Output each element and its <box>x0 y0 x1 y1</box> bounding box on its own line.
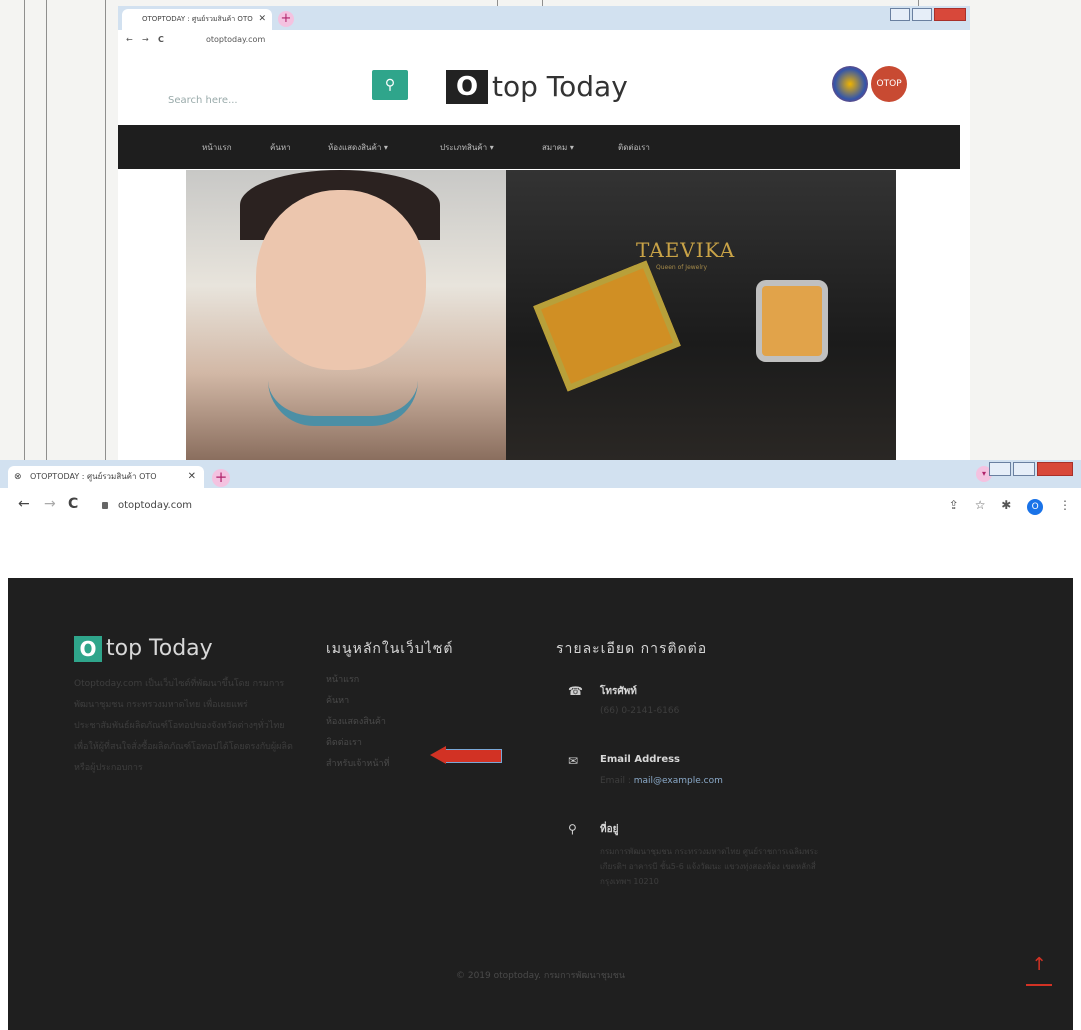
nav-item-home[interactable]: หน้าแรก <box>202 141 232 154</box>
ring-gem-1 <box>533 260 681 392</box>
site-footer: Otop Today Otoptoday.com เป็นเว็บไซต์ที่… <box>8 578 1073 1030</box>
search-input[interactable]: Search here... <box>160 86 368 116</box>
new-tab-button[interactable]: + <box>278 11 294 27</box>
footer-logo-letter: O <box>74 636 102 662</box>
toolbar-icons: ⇪ ☆ ✱ O ⋮ <box>937 498 1071 515</box>
tab-title: OTOPTODAY : ศูนย์รวมสินค้า OTO <box>30 472 157 481</box>
window-controls <box>987 462 1073 481</box>
phone-icon: ☎ <box>568 684 583 698</box>
url-text[interactable]: otoptoday.com <box>206 30 265 50</box>
hero-jewelry-image: TAEVIKA Queen of Jewelry <box>506 170 896 460</box>
hero-brand-sub: Queen of Jewelry <box>656 264 708 271</box>
minimize-button[interactable] <box>890 8 910 21</box>
address-bar: ← → C otoptoday.com ⇪ ☆ ✱ O ⋮ <box>0 488 1081 528</box>
browser-tab[interactable]: OTOPTODAY : ศูนย์รวมสินค้า OTO ✕ <box>122 9 272 30</box>
url-text[interactable]: otoptoday.com <box>118 500 192 511</box>
face-shape <box>256 190 426 370</box>
address-bar: ← → C otoptoday.com <box>118 30 970 50</box>
nav-item-category[interactable]: ประเภทสินค้า ▾ <box>440 141 494 154</box>
email-value[interactable]: mail@example.com <box>634 776 723 786</box>
contact-email: ✉ Email Address Email : mail@example.com <box>568 754 868 794</box>
otop-badge: OTOP <box>871 66 908 102</box>
star-icon[interactable]: ☆ <box>975 498 986 512</box>
extension-icon[interactable]: ✱ <box>1001 498 1011 512</box>
search-icon: ⚲ <box>384 77 396 93</box>
nav-item-association[interactable]: สมาคม ▾ <box>542 141 574 154</box>
lock-icon <box>102 502 108 509</box>
email-line: Email : mail@example.com <box>600 776 723 786</box>
government-seal-icon <box>832 66 868 102</box>
top-browser-window: OTOPTODAY : ศูนย์รวมสินค้า OTO ✕ + ← → C… <box>118 0 970 460</box>
site-content: Otop Today Otoptoday.com เป็นเว็บไซต์ที่… <box>0 528 1081 1030</box>
reload-icon[interactable]: C <box>68 496 78 512</box>
red-arrow-annotation <box>430 746 502 764</box>
new-tab-button[interactable]: + <box>212 469 230 487</box>
phone-label: โทรศัพท์ <box>600 686 637 697</box>
menu-column-title: เมนูหลักในเว็บไซต์ <box>326 641 454 657</box>
footer-description: Otoptoday.com เป็นเว็บไซต์ที่พัฒนาขึ้นโด… <box>74 679 293 773</box>
nav-item-contact[interactable]: ติดต่อเรา <box>618 141 650 154</box>
footer-link-showroom[interactable]: ห้องแสดงสินค้า <box>326 712 506 733</box>
email-icon: ✉ <box>568 754 579 768</box>
minimize-button[interactable] <box>989 462 1011 476</box>
maximize-button[interactable] <box>1013 462 1035 476</box>
main-nav: หน้าแรก ค้นหา ห้องแสดงสินค้า ▾ ประเภทสิน… <box>118 125 960 169</box>
arrow-shaft <box>444 749 502 763</box>
menu-icon[interactable]: ⋮ <box>1059 498 1071 512</box>
address-value: กรมการพัฒนาชุมชน กระทรวงมหาดไทย ศูนย์ราช… <box>600 847 819 886</box>
close-icon[interactable]: ✕ <box>258 9 266 30</box>
share-icon[interactable]: ⇪ <box>949 498 959 512</box>
email-prefix: Email : <box>600 776 631 786</box>
reload-icon[interactable]: C <box>158 30 164 50</box>
site-logo[interactable]: Otop Today <box>446 70 628 110</box>
forward-icon[interactable]: → <box>142 30 149 50</box>
nav-item-showroom[interactable]: ห้องแสดงสินค้า ▾ <box>328 141 388 154</box>
close-icon[interactable]: ✕ <box>188 466 196 488</box>
arrow-head <box>430 746 446 764</box>
maximize-button[interactable] <box>912 8 932 21</box>
footer-link-search[interactable]: ค้นหา <box>326 691 506 712</box>
footer-link-home[interactable]: หน้าแรก <box>326 670 506 691</box>
back-to-top-button[interactable]: ↑ <box>1026 954 1052 986</box>
site-content: Search here... ⚲ Otop Today OTOP หน้าแรก… <box>118 50 970 460</box>
footer-logo[interactable]: Otop Today <box>74 636 213 662</box>
close-window-button[interactable] <box>934 8 966 21</box>
contact-column-title: รายละเอียด การติดต่อ <box>556 641 708 657</box>
hero-model-image <box>186 170 506 460</box>
tab-title: OTOPTODAY : ศูนย์รวมสินค้า OTO <box>142 15 253 23</box>
profile-avatar[interactable]: O <box>1027 499 1044 515</box>
address-label: ที่อยู่ <box>600 824 619 835</box>
partner-badges: OTOP <box>832 66 908 102</box>
search-button[interactable]: ⚲ <box>372 70 408 100</box>
email-label: Email Address <box>600 754 681 765</box>
back-icon[interactable]: ← <box>18 496 30 512</box>
necklace-shape <box>268 380 418 426</box>
tab-favicon-icon: ⊗ <box>14 472 22 482</box>
ring-gem-2 <box>756 280 828 362</box>
forward-icon[interactable]: → <box>44 496 56 512</box>
footer-logo-text: top Today <box>106 636 213 661</box>
close-window-button[interactable] <box>1037 462 1073 476</box>
phone-value[interactable]: (66) 0-2141-6166 <box>600 706 679 716</box>
copyright-text: © 2019 otoptoday. กรมการพัฒนาชุมชน <box>455 971 626 981</box>
nav-item-search[interactable]: ค้นหา <box>270 141 291 154</box>
logo-letter: O <box>446 70 488 104</box>
logo-text: top Today <box>492 70 628 103</box>
window-controls <box>888 8 966 27</box>
contact-address: ⚲ ที่อยู่ กรมการพัฒนาชุมชน กระทรวงมหาดไท… <box>568 822 868 912</box>
browser-tab[interactable]: ⊗ OTOPTODAY : ศูนย์รวมสินค้า OTO ✕ <box>8 466 204 488</box>
back-icon[interactable]: ← <box>126 30 133 50</box>
hero-brand: TAEVIKA <box>636 238 736 262</box>
contact-phone: ☎ โทรศัพท์ (66) 0-2141-6166 <box>568 684 868 724</box>
bottom-browser-window: ⊗ OTOPTODAY : ศูนย์รวมสินค้า OTO ✕ + ▾ ←… <box>0 460 1081 1030</box>
hero-banner[interactable]: TAEVIKA Queen of Jewelry <box>186 170 896 460</box>
tab-bar: ⊗ OTOPTODAY : ศูนย์รวมสินค้า OTO ✕ + ▾ <box>0 460 1081 488</box>
location-icon: ⚲ <box>568 822 577 836</box>
tab-bar: OTOPTODAY : ศูนย์รวมสินค้า OTO ✕ + <box>118 6 970 30</box>
